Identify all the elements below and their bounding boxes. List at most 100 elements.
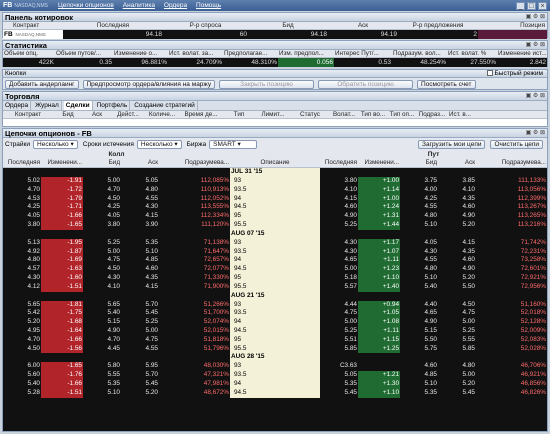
menu-analytics[interactable]: Аналитика (123, 2, 155, 9)
maximize-icon[interactable]: □ (527, 1, 536, 10)
chain-row[interactable]: 4.30 -1.60 4.30 4.35 71,330% 95 5.18 +1.10 5.10 5… (3, 273, 547, 283)
call-column-header[interactable]: Аск (121, 159, 159, 167)
trades-column-header[interactable]: Тип (223, 111, 255, 118)
put-column-header[interactable]: Бид (400, 159, 438, 167)
add-underlying-button[interactable]: Добавить андерлаинг (5, 80, 79, 89)
trading-panel: Торговля ▣ ⚙ ⊠ Ордера Журнал Сделки Портф… (2, 91, 548, 127)
put-cell: 4.60 (462, 203, 475, 211)
trades-column-header[interactable]: Количе... (145, 111, 179, 118)
call-cell: 5.70 (145, 371, 158, 379)
fast-mode-checkbox[interactable] (486, 70, 493, 77)
trades-column-header[interactable]: Время де... (179, 111, 223, 118)
chain-row[interactable]: 4.92 -1.87 5.00 5.10 71,647% 93.5 4.30 +1.07 4.3… (3, 247, 547, 257)
chain-row[interactable]: 4.80 -1.69 4.75 4.85 72,657% 94 4.65 +1.11 4.55 4… (3, 256, 547, 266)
panel-options-icon[interactable]: ▣ ⚙ ⊠ (526, 92, 545, 101)
chain-row[interactable]: 5.65 -1.81 5.65 5.70 51,266% 93 4.44 +0.94 4.40 4… (3, 300, 547, 310)
chain-row[interactable]: 5.28 -1.51 5.10 5.20 48,672% 94.5 5.45 +1.10 5.3… (3, 388, 547, 398)
trades-column-header[interactable]: Тип во... (359, 111, 387, 118)
tab-journal[interactable]: Журнал (33, 101, 62, 110)
tab-trades[interactable]: Сделки (63, 101, 93, 110)
put-cell: 46,856% (520, 379, 546, 387)
preview-order-button[interactable]: Предпросмотр ордера/влияния на маржу (82, 80, 216, 89)
expiry-row[interactable]: AUG 07 '15 (3, 229, 547, 239)
trades-column-header[interactable]: Лимит... (255, 111, 291, 118)
panel-options-icon[interactable]: ▣ ⚙ ⊠ (526, 13, 545, 22)
chain-row[interactable]: 5.40 -1.66 5.35 5.45 47,981% 94 5.35 +1.30 5.10 5… (3, 379, 547, 389)
chain-row[interactable]: 4.95 -1.64 4.90 5.00 52,015% 94.5 5.25 +1.11 5.1… (3, 326, 547, 336)
put-cell: 4.44 (344, 300, 357, 308)
tab-strategy-builder[interactable]: Создание стратегий (132, 101, 198, 110)
trades-column-header[interactable]: Аск (83, 111, 111, 118)
put-column-header[interactable]: Аск (438, 159, 476, 167)
chain-row[interactable]: 5.02 -1.91 5.00 5.05 112,085% 93 3.80 +1.00 3.75… (3, 177, 547, 186)
put-column-header[interactable]: Изменени... (358, 159, 400, 167)
tab-portfolio[interactable]: Портфель (95, 101, 131, 110)
minimize-icon[interactable]: _ (516, 1, 525, 10)
put-cell: 46,826% (520, 388, 546, 396)
call-column-header[interactable]: Подразумева... (159, 159, 230, 167)
put-column-header[interactable]: Подразумева... (476, 159, 547, 167)
expiry-row[interactable]: AUG 28 '15 (3, 353, 547, 363)
chain-row[interactable]: 4.12 -1.51 4.10 4.15 71,900% 95.5 5.57 +1.40 5.4… (3, 282, 547, 292)
trades-column-header[interactable]: Бид (53, 111, 83, 118)
stats-value: 2.842 (529, 59, 546, 66)
call-cell: 112,334% (200, 212, 229, 220)
expiry-row[interactable]: JUL 31 '15 (3, 168, 547, 177)
put-cell: +1.00 (358, 194, 400, 204)
close-icon[interactable]: × (538, 1, 547, 10)
menu-option-chains[interactable]: Цепочки опционов (58, 2, 114, 9)
put-cell: 5.55 (462, 335, 475, 343)
tab-orders[interactable]: Ордера (3, 101, 32, 110)
chain-row[interactable]: 3.80 -1.65 3.80 3.90 111,120% 95.5 5.25 +1.44 5.… (3, 220, 547, 230)
trades-column-header[interactable]: Ист. в... (447, 111, 473, 118)
load-chains-button[interactable]: Загрузить мои цепи (418, 140, 486, 149)
call-column-header[interactable]: Изменени... (41, 159, 83, 167)
trades-column-header[interactable]: Волат... (329, 111, 359, 118)
strikes-select[interactable]: Несколько ▾ (33, 140, 78, 149)
chain-row[interactable]: 4.50 -1.56 4.45 4.55 51,796% 95.5 5.85 +1.25 5.7… (3, 344, 547, 354)
put-cell: 4.60 (344, 203, 357, 211)
put-column-header[interactable]: Последняя (320, 159, 358, 167)
put-cell: 4.65 (344, 256, 357, 264)
call-column-header[interactable]: Последняя (3, 159, 41, 167)
chain-row[interactable]: 4.57 -1.63 4.50 4.60 72,077% 94.5 5.00 +1.23 4.8… (3, 265, 547, 274)
reverse-position-button[interactable]: Обратить позицию (318, 80, 413, 89)
chain-row[interactable]: 4.25 -1.71 4.25 4.30 113,555% 94.5 4.60 +1.24 4.… (3, 203, 547, 213)
put-cell: +1.24 (358, 203, 400, 213)
chain-row[interactable]: 4.05 -1.66 4.05 4.15 112,334% 95 4.90 +1.31 4.80… (3, 212, 547, 221)
clear-chains-button[interactable]: Очистить цепи (490, 140, 543, 149)
call-cell: -1.91 (41, 177, 83, 186)
quote-row[interactable]: FB NASDAQ,NMS 94.18 60 94.18 94.19 2 (3, 30, 547, 39)
trades-column-header[interactable]: Тип оп... (387, 111, 417, 118)
trades-column-header[interactable]: Контракт (3, 111, 53, 118)
chain-row[interactable]: 4.70 -1.72 4.70 4.80 110,913% 93.5 4.10 +1.14 4.… (3, 185, 547, 195)
expiry-select[interactable]: Несколько ▾ (136, 140, 182, 149)
put-cell: 4.50 (462, 300, 475, 308)
exchange-select[interactable]: SMART ▾ (209, 140, 258, 149)
call-cell: 4.70 (27, 185, 40, 193)
menu-help[interactable]: Помощь (196, 2, 221, 9)
put-cell: 4.10 (344, 185, 357, 193)
call-column-header[interactable]: Бид (83, 159, 121, 167)
view-account-button[interactable]: Посмотреть счет (416, 80, 476, 89)
menu-orders[interactable]: Ордера (164, 2, 187, 9)
call-cell: 48,672% (203, 388, 229, 396)
chain-row[interactable]: 5.60 -1.76 5.55 5.70 47,321% 93.5 5.05 +1.21 4.8… (3, 371, 547, 380)
chain-row[interactable]: 4.53 -1.79 4.50 4.55 112,052% 94 4.15 +1.00 4.25… (3, 194, 547, 204)
option-chain-panel: Цепочки опционов - FB ▣ ⚙ ⊠ Страйки Неско… (2, 128, 548, 432)
call-cell: -1.72 (41, 185, 83, 195)
chain-row[interactable]: 5.13 -1.95 5.25 5.35 71,138% 93 4.30 +1.17 4.05 4… (3, 238, 547, 248)
trades-column-header[interactable]: Дейст... (111, 111, 145, 118)
panel-options-icon[interactable]: ▣ ⚙ ⊠ (526, 129, 545, 138)
put-cell: +1.10 (358, 273, 400, 283)
trades-column-header[interactable]: Подраз... (417, 111, 447, 118)
chain-row[interactable]: 6.00 -1.65 5.80 5.95 48,030% 93 C3.63 4.60 4.80 4… (3, 362, 547, 372)
chain-row[interactable]: 5.20 -1.68 5.15 5.25 52,074% 94 5.00 +1.08 4.90 5… (3, 318, 547, 327)
close-position-button[interactable]: Закрыть позицию (219, 80, 315, 89)
panel-options-icon[interactable]: ▣ ⚙ ⊠ (526, 41, 545, 50)
chain-row[interactable]: 4.70 -1.66 4.70 4.75 51,818% 95 5.51 +1.15 5.50 5… (3, 335, 547, 345)
expiry-row[interactable]: AUG 21 '15 (3, 291, 547, 301)
chain-row[interactable]: 5.42 -1.75 5.40 5.45 51,700% 93.5 4.75 +1.05 4.6… (3, 309, 547, 319)
put-cell: 5.18 (344, 273, 357, 281)
trades-column-header[interactable]: Статус (291, 111, 329, 118)
